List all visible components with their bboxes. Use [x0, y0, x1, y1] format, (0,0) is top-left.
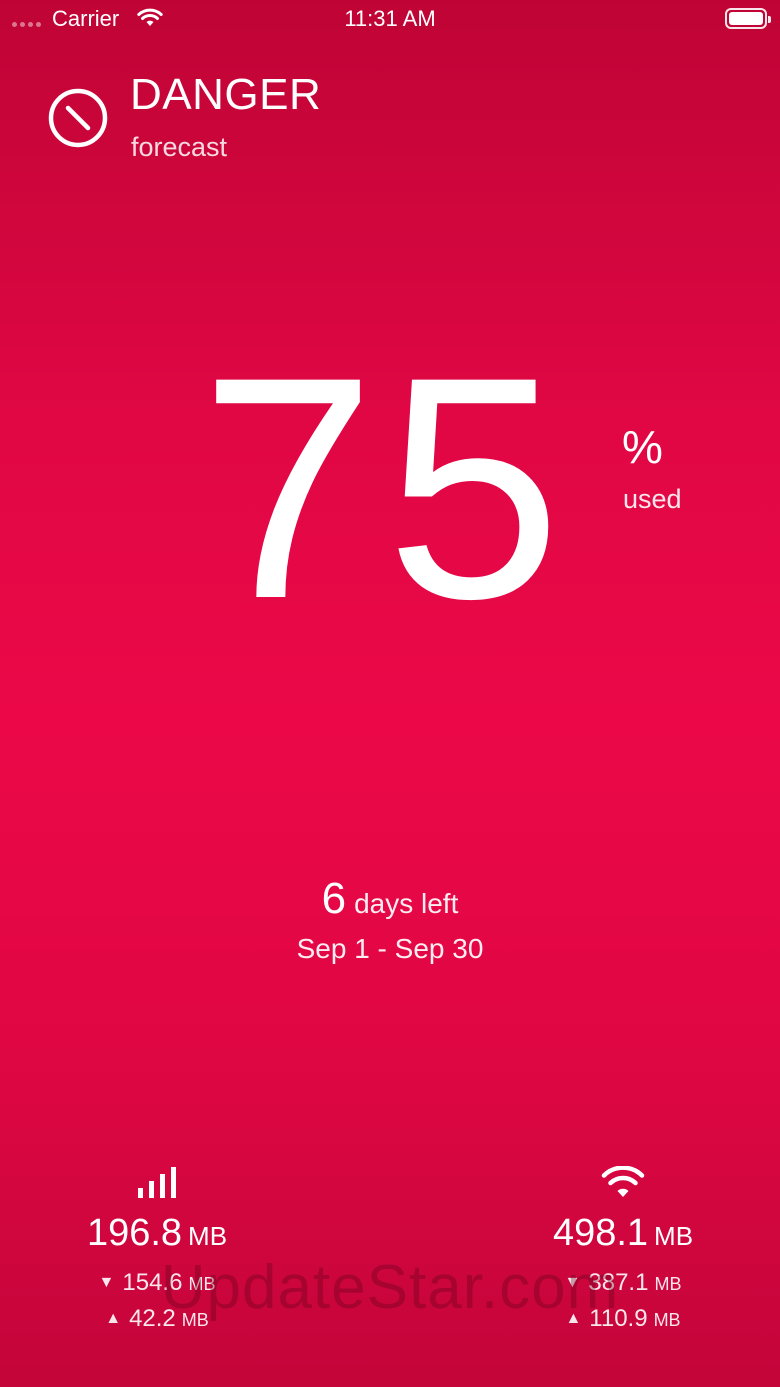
days-left-value: 6	[321, 874, 347, 923]
wifi-total-unit: MB	[654, 1221, 694, 1251]
wifi-total-value: 498.1	[552, 1212, 649, 1254]
cellular-signal-icon	[138, 1167, 176, 1198]
wifi-total: 498.1 MB	[493, 1212, 753, 1255]
cellular-total: 196.8 MB	[27, 1212, 287, 1255]
days-left-label: days left	[354, 888, 459, 919]
days-left: 6 days left	[0, 874, 780, 924]
prohibited-icon	[48, 88, 108, 148]
status-title: DANGER	[130, 70, 322, 119]
status-subtitle: forecast	[131, 132, 228, 162]
battery-icon	[725, 8, 771, 29]
cellular-total-unit: MB	[188, 1221, 228, 1251]
percent-used-label: used	[623, 484, 682, 514]
cellular-total-value: 196.8	[86, 1212, 183, 1254]
status-time: 11:31 AM	[344, 6, 436, 31]
percent-sign: %	[622, 421, 663, 473]
status-bar: Carrier 11:31 AM	[0, 0, 780, 40]
watermark: UpdateStar.com	[160, 1253, 620, 1322]
wifi-icon	[601, 1166, 645, 1197]
billing-period: Sep 1 - Sep 30	[296, 933, 484, 964]
percent-used-value: 75	[200, 311, 572, 664]
